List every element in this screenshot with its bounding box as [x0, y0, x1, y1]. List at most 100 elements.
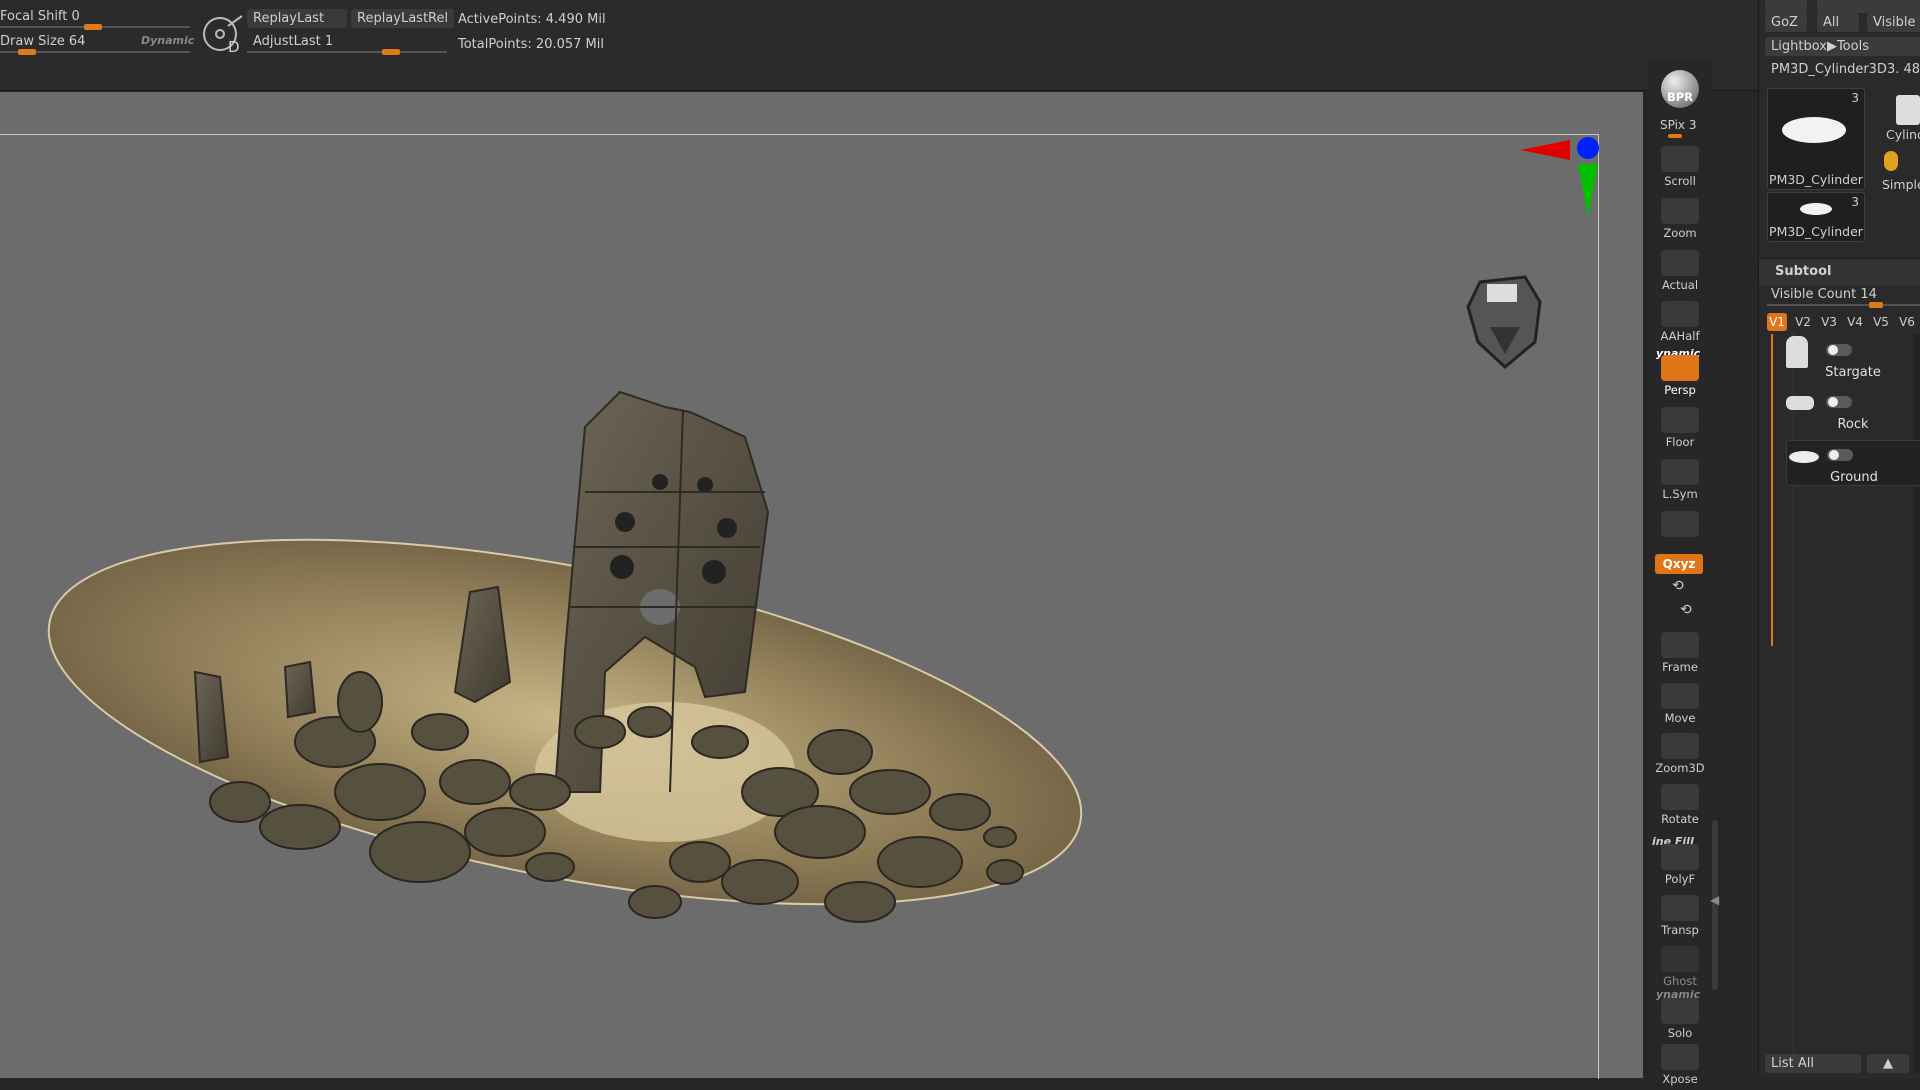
bpr-label: BPR — [1666, 90, 1694, 104]
spix-label: SPix 3 — [1660, 118, 1697, 132]
zoom3d-icon — [1661, 733, 1699, 759]
collapse-arrow-icon[interactable]: ◀ — [1710, 893, 1719, 907]
replay-last-rel-button[interactable]: ReplayLastRel — [351, 9, 455, 28]
arrow-up-button[interactable]: ▲ — [1867, 1054, 1909, 1073]
lsym-button[interactable]: L.Sym — [1652, 457, 1708, 505]
tool-thumb-pm3d-cylinder-1[interactable]: 3 PM3D_Cylinder — [1767, 88, 1865, 190]
visible-count-label: Visible Count 14 — [1771, 287, 1877, 302]
adjust-last-knob[interactable] — [382, 49, 400, 55]
scene-model[interactable] — [0, 92, 1643, 1078]
disc-icon — [1782, 117, 1846, 143]
ghost-button[interactable]: Ghost — [1652, 944, 1708, 992]
current-tool-name: PM3D_Cylinder3D3. 48 — [1771, 62, 1920, 77]
goz-button[interactable]: GoZ — [1765, 13, 1807, 32]
subtool-row-ground[interactable]: Ground — [1786, 440, 1920, 486]
replay-last-button[interactable]: ReplayLast — [247, 9, 347, 28]
aahalf-label: AAHalf — [1660, 329, 1700, 343]
symmetry-arrows-icon — [1661, 459, 1699, 485]
subtool-row-rock[interactable]: Rock — [1786, 388, 1920, 432]
top-partial-button-1[interactable] — [1765, 0, 1807, 13]
thumb-name: PM3D_Cylinder — [1769, 224, 1863, 239]
subtool-name: Rock — [1837, 417, 1869, 432]
all-button[interactable]: All — [1817, 13, 1859, 32]
simple-brush-icon — [1884, 151, 1898, 171]
actual-label: Actual — [1661, 278, 1699, 292]
polyframe-grid-icon — [1661, 844, 1699, 870]
tab-v3[interactable]: V3 — [1819, 313, 1839, 331]
rock-thumb-icon — [1786, 396, 1814, 410]
top-partial-button-2[interactable] — [1817, 0, 1920, 13]
thumb-name: Cylinc — [1886, 127, 1920, 142]
transp-label: Transp — [1661, 923, 1699, 937]
thumb-count: 3 — [1851, 195, 1859, 209]
floor-button[interactable]: Floor — [1652, 405, 1708, 453]
tool-thumb-pm3d-cylinder-2[interactable]: 3 PM3D_Cylinder — [1767, 192, 1865, 242]
tab-v1[interactable]: V1 — [1767, 313, 1787, 331]
frame-label: Frame — [1662, 660, 1698, 674]
focal-shift-knob[interactable] — [84, 24, 102, 30]
dynamic-toggle[interactable]: Dynamic — [141, 34, 194, 47]
floor-icon — [1661, 407, 1699, 433]
right-shelf: BPR SPix 3 Scroll Zoom Actual AAHalf yna… — [1648, 60, 1712, 1086]
dynamesh-d-button[interactable]: D — [198, 10, 246, 58]
visible-count-knob[interactable] — [1869, 302, 1883, 308]
xpose-icon — [1661, 1044, 1699, 1070]
floor-label: Floor — [1665, 435, 1695, 449]
zoom3d-button[interactable]: Zoom3D — [1652, 731, 1708, 779]
subtool-title: Subtool — [1775, 264, 1832, 279]
rotate-z-icon[interactable]: ⟲ — [1680, 602, 1692, 618]
polyf-button[interactable]: PolyF — [1652, 842, 1708, 890]
perspective-grid-icon — [1661, 355, 1699, 381]
tab-v6[interactable]: V6 — [1897, 313, 1917, 331]
stargate-thumb-icon — [1786, 336, 1808, 368]
tool-thumb-cylinder[interactable]: Cylinc Simple — [1869, 88, 1920, 192]
visibility-toggle[interactable] — [1826, 344, 1852, 356]
zoom-button[interactable]: Zoom — [1652, 196, 1708, 244]
zoom3d-label: Zoom3D — [1655, 761, 1705, 775]
subtool-header[interactable]: Subtool — [1759, 258, 1920, 285]
solo-icon — [1661, 998, 1699, 1024]
move-button[interactable]: Move — [1652, 681, 1708, 729]
aahalf-button[interactable]: AAHalf — [1652, 299, 1708, 347]
toggle-dot — [1828, 345, 1838, 355]
tab-v4[interactable]: V4 — [1845, 313, 1865, 331]
hand-move-icon — [1661, 683, 1699, 709]
lock-camera-button[interactable] — [1652, 509, 1708, 549]
visibility-toggle[interactable] — [1827, 449, 1853, 461]
visible-count-slider[interactable] — [1767, 304, 1920, 306]
visibility-toggle[interactable] — [1826, 396, 1852, 408]
solo-button[interactable]: Solo — [1652, 996, 1708, 1044]
subtool-list-indicator — [1771, 334, 1773, 646]
rotate-y-icon[interactable]: ⟲ — [1672, 578, 1684, 594]
adjust-last-slider[interactable] — [247, 51, 447, 53]
lightbox-tools-button[interactable]: Lightbox▶Tools — [1765, 37, 1920, 56]
polyf-label: PolyF — [1664, 872, 1696, 886]
move-label: Move — [1664, 711, 1696, 725]
draw-size-label: Draw Size 64 — [0, 34, 86, 49]
actual-button[interactable]: Actual — [1652, 248, 1708, 296]
rotate-icon — [1661, 784, 1699, 810]
persp-label: Persp — [1664, 383, 1696, 397]
list-all-button[interactable]: List All — [1765, 1054, 1861, 1073]
magnifier-icon — [1661, 198, 1699, 224]
scroll-label: Scroll — [1664, 174, 1696, 188]
top-toolbar: Focal Shift 0 Draw Size 64 Dynamic D Rep… — [0, 0, 1760, 91]
visible-button[interactable]: Visible — [1867, 13, 1920, 32]
thumb-name: PM3D_Cylinder — [1769, 172, 1863, 187]
toggle-dot — [1828, 397, 1838, 407]
subtool-row-stargate[interactable]: Stargate — [1786, 336, 1920, 380]
transp-button[interactable]: Transp — [1652, 893, 1708, 941]
lock-icon — [1661, 511, 1699, 537]
subtool-name: Stargate — [1825, 365, 1881, 380]
xyz-button[interactable]: Qxyz — [1655, 554, 1703, 574]
xpose-button[interactable]: Xpose — [1652, 1042, 1708, 1090]
tab-v2[interactable]: V2 — [1793, 313, 1813, 331]
scroll-button[interactable]: Scroll — [1652, 144, 1708, 192]
frame-button[interactable]: Frame — [1652, 630, 1708, 678]
zoom-label: Zoom — [1663, 226, 1697, 240]
rotate-button[interactable]: Rotate — [1652, 782, 1708, 830]
spix-slider[interactable] — [1668, 134, 1682, 138]
persp-button[interactable]: Persp — [1652, 353, 1708, 401]
tab-v5[interactable]: V5 — [1871, 313, 1891, 331]
draw-size-knob[interactable] — [18, 49, 36, 55]
